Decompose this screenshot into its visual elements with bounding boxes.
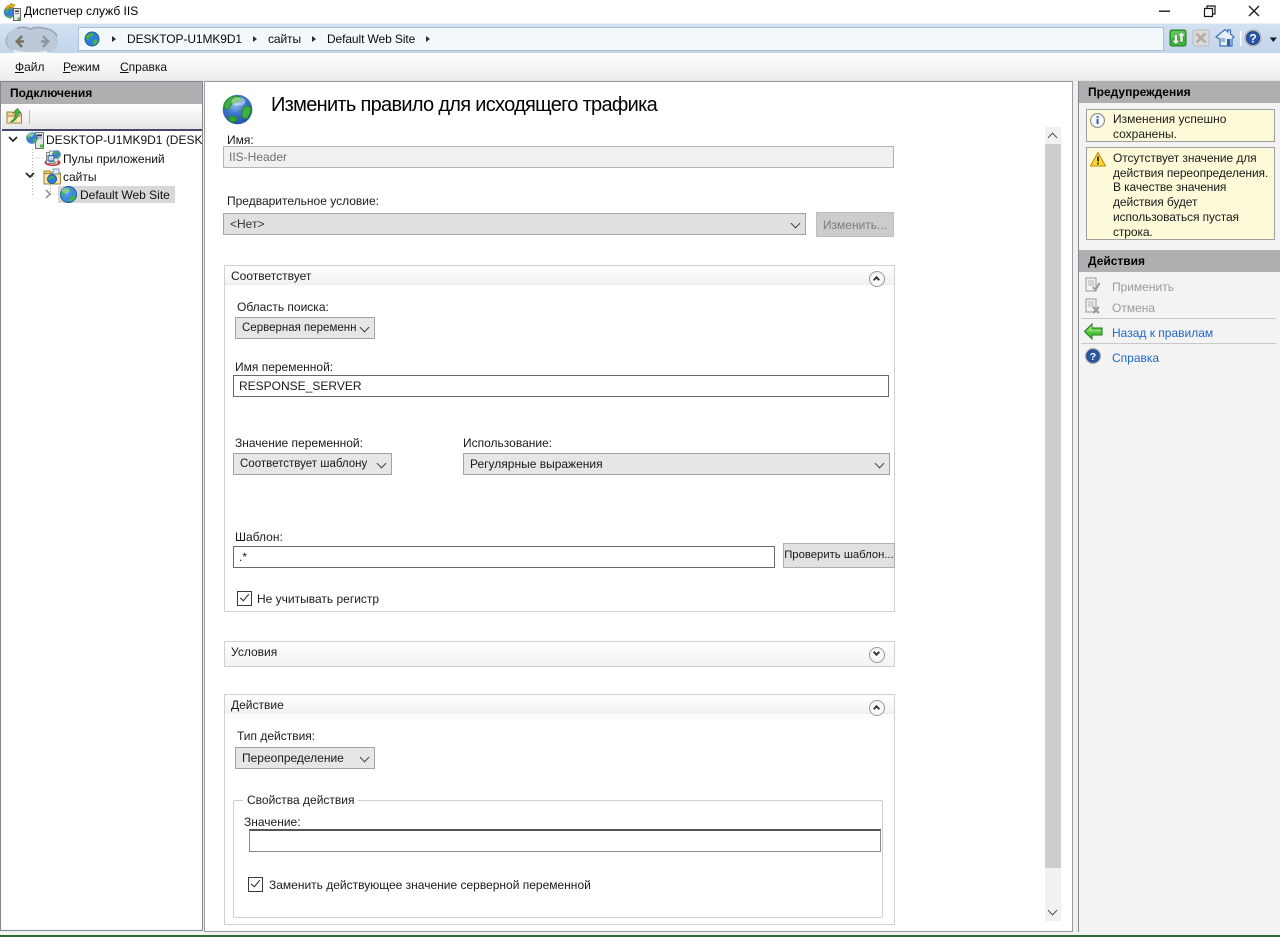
svg-text:?: ?: [1090, 351, 1096, 363]
svg-text:Пулы приложений: Пулы приложений: [63, 152, 165, 166]
svg-text:сайты: сайты: [63, 170, 97, 184]
svg-text:Default Web Site: Default Web Site: [80, 188, 170, 202]
svg-text:?: ?: [1249, 32, 1256, 46]
svg-text:DESKTOP-U1MK9D1 (DESKTOP-U1MK9: DESKTOP-U1MK9D1 (DESKTOP-U1MK9D: [46, 133, 202, 147]
